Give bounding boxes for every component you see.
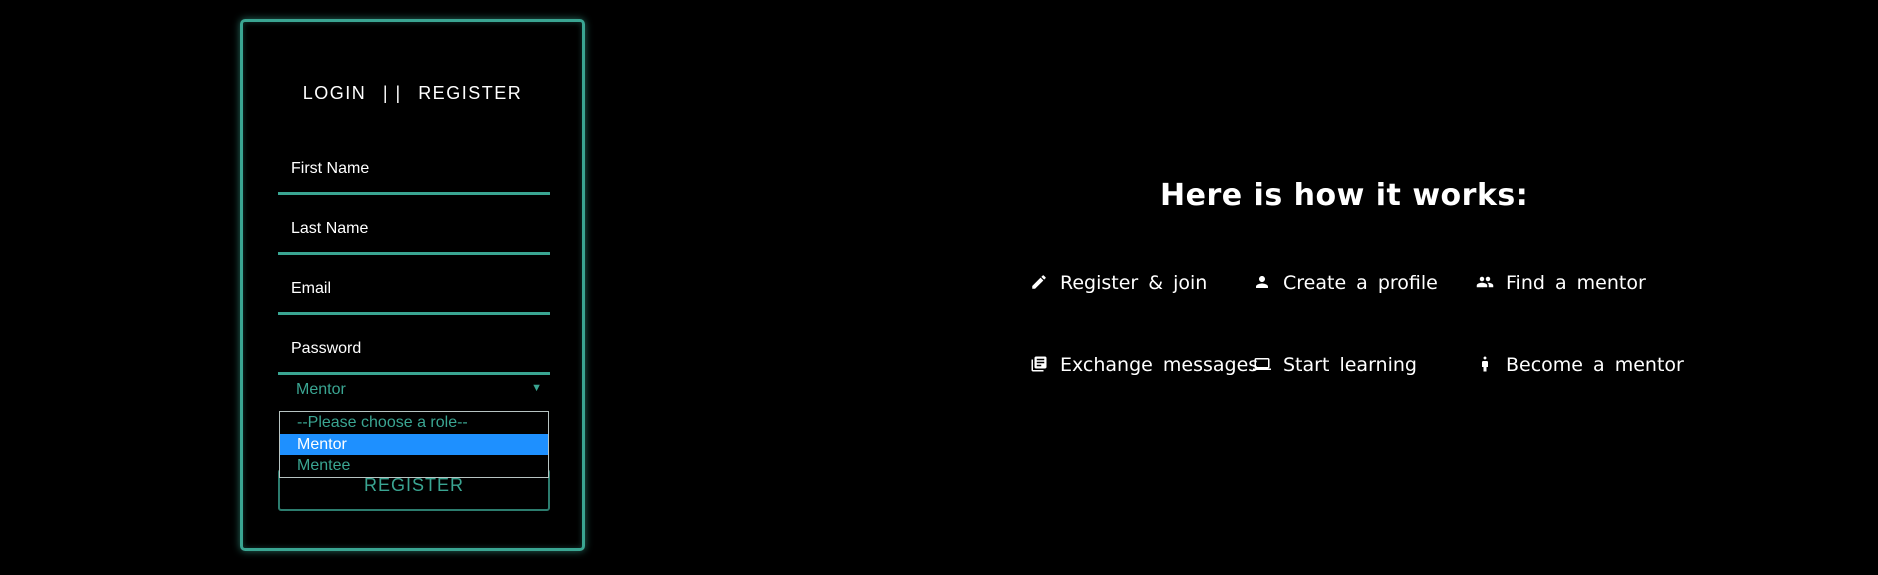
step-label: Register & join: [1060, 272, 1208, 294]
messages-icon: [1030, 355, 1048, 373]
role-option-mentee[interactable]: Mentee: [280, 455, 548, 477]
step-label: Become a mentor: [1506, 354, 1684, 376]
login-tab[interactable]: LOGIN: [303, 83, 367, 104]
step-label: Find a mentor: [1506, 272, 1646, 294]
step-label: Start learning: [1283, 354, 1417, 376]
role-select[interactable]: Mentor ▼: [278, 367, 550, 411]
how-it-works-title: Here is how it works:: [1160, 178, 1529, 213]
step-register-join: Register & join: [1030, 272, 1207, 294]
role-option-placeholder[interactable]: --Please choose a role--: [280, 412, 548, 434]
step-label: Exchange messages: [1060, 354, 1259, 376]
tab-separator: | |: [382, 83, 402, 103]
last-name-input[interactable]: [278, 205, 550, 252]
step-label: Create a profile: [1283, 272, 1438, 294]
pencil-icon: [1030, 273, 1048, 291]
register-tab[interactable]: REGISTER: [418, 83, 522, 104]
people-icon: [1476, 273, 1494, 291]
page: LOGIN | | REGISTER Mentor ▼ --Please cho…: [0, 0, 1878, 575]
last-name-field: [278, 205, 550, 255]
step-become-mentor: Become a mentor: [1476, 354, 1684, 376]
role-select-value: Mentor: [296, 381, 346, 398]
role-dropdown-list: --Please choose a role-- Mentor Mentee: [279, 411, 549, 478]
person-icon: [1253, 273, 1271, 291]
email-input[interactable]: [278, 265, 550, 312]
step-start-learning: Start learning: [1253, 354, 1417, 376]
caret-down-icon: ▼: [531, 382, 542, 394]
role-option-mentor[interactable]: Mentor: [280, 433, 548, 455]
first-name-field: [278, 145, 550, 195]
laptop-icon: [1253, 355, 1271, 373]
register-form-card: LOGIN | | REGISTER Mentor ▼ --Please cho…: [240, 19, 585, 551]
password-input[interactable]: [278, 325, 550, 372]
step-find-mentor: Find a mentor: [1476, 272, 1646, 294]
step-exchange-messages: Exchange messages: [1030, 354, 1258, 376]
step-create-profile: Create a profile: [1253, 272, 1438, 294]
email-field: [278, 265, 550, 315]
auth-switch: LOGIN | | REGISTER: [243, 83, 582, 104]
standing-person-icon: [1476, 355, 1494, 373]
first-name-input[interactable]: [278, 145, 550, 192]
